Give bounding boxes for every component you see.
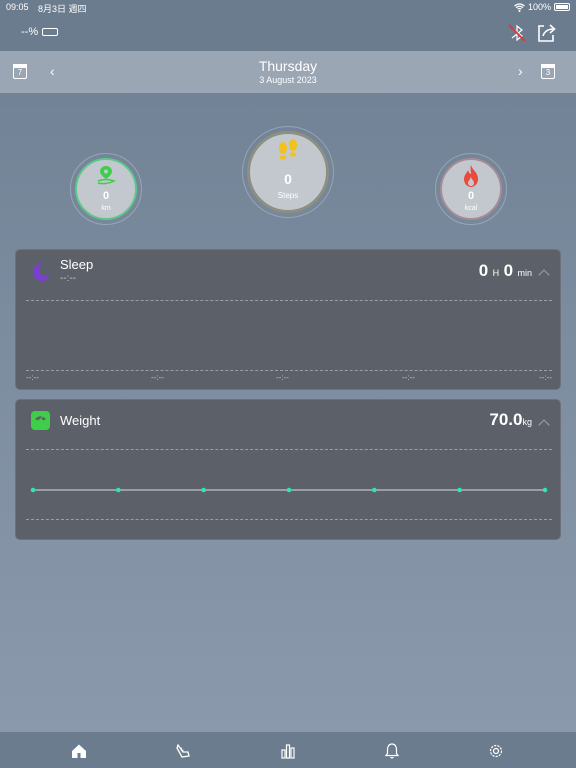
device-battery: --% [21,26,59,38]
steps-ring[interactable]: 0 Steps [242,126,334,218]
date-navigation-bar: 7 ‹ Thursday 3 August 2023 › 3 [0,51,576,93]
sleep-axis-label: --:-- [276,373,289,382]
bottom-tab-bar [0,732,576,768]
home-icon[interactable] [70,742,88,760]
weight-point [30,487,36,493]
system-status-bar: 09:05 8月3日 週四 100% [0,0,576,14]
next-day-button[interactable]: › [518,63,523,79]
sleep-minutes-unit: min [517,268,532,278]
weight-title: Weight [60,413,101,428]
weight-point [286,487,292,493]
distance-unit: km [101,205,111,212]
footsteps-icon [279,139,297,160]
full-date: 3 August 2023 [259,75,317,85]
weight-collapse-icon[interactable] [538,419,550,431]
wifi-icon [514,2,525,12]
status-right: 100% [514,2,570,12]
calories-unit: kcal [464,205,478,212]
sleep-title: Sleep [60,257,94,272]
weight-unit: kg [522,417,532,427]
weight-chart-top-line [26,449,552,450]
sleep-axis-label: --:-- [151,373,164,382]
weight-point [116,487,121,493]
share-icon[interactable] [535,22,557,44]
calendar-picker-icon[interactable]: 3 [541,64,555,79]
sleep-collapse-icon[interactable] [538,269,550,281]
device-battery-icon [42,28,59,36]
sleep-duration: 0 H 0 min [479,261,532,281]
distance-ring[interactable]: 0 km [70,153,142,225]
weight-point [457,487,462,493]
weight-point [201,487,206,493]
day-name: Thursday [258,58,318,74]
weight-reading: 70.0kg [489,410,532,430]
weight-point [542,487,548,493]
fire-icon [464,165,478,187]
weight-value: 70.0 [489,410,523,429]
location-icon [97,166,116,185]
activity-icon[interactable] [174,742,192,760]
sleep-hours-unit: H [492,268,500,278]
sleep-card[interactable]: Sleep --:-- 0 H 0 min --:-- --:-- --:-- … [15,249,561,390]
settings-icon[interactable] [487,742,505,760]
status-time: 09:05 [6,2,29,12]
sleep-time-axis: --:-- --:-- --:-- --:-- --:-- [26,373,552,385]
sleep-axis-label: --:-- [26,373,39,382]
calories-value: 0 [467,190,475,202]
bell-icon[interactable] [383,742,401,760]
sleep-subtitle: --:-- [60,273,77,284]
scale-icon [31,411,50,430]
sleep-hours: 0 [478,261,489,280]
sleep-axis-label: --:-- [402,373,415,382]
device-battery-text: --% [21,26,39,38]
moon-icon [33,262,50,281]
sleep-chart-bottom-line [26,370,552,371]
weight-chart-bottom-line [26,519,552,520]
sleep-minutes: 0 [503,261,514,280]
calendar-picker-number: 3 [545,68,551,77]
weight-trend-chart [30,487,548,493]
sleep-chart-top-line [26,300,552,301]
steps-value: 0 [284,171,292,187]
battery-icon [554,3,570,11]
status-battery-text: 100% [527,2,551,12]
sleep-axis-label: --:-- [539,373,552,382]
calories-ring[interactable]: 0 kcal [435,153,507,225]
weight-point [372,487,377,493]
stats-icon[interactable] [279,742,297,760]
weight-card[interactable]: Weight 70.0kg [15,399,561,540]
distance-value: 0 [102,190,110,202]
steps-unit: Steps [277,191,299,200]
top-bar: --% [0,14,576,51]
bluetooth-off-icon[interactable] [506,22,528,44]
